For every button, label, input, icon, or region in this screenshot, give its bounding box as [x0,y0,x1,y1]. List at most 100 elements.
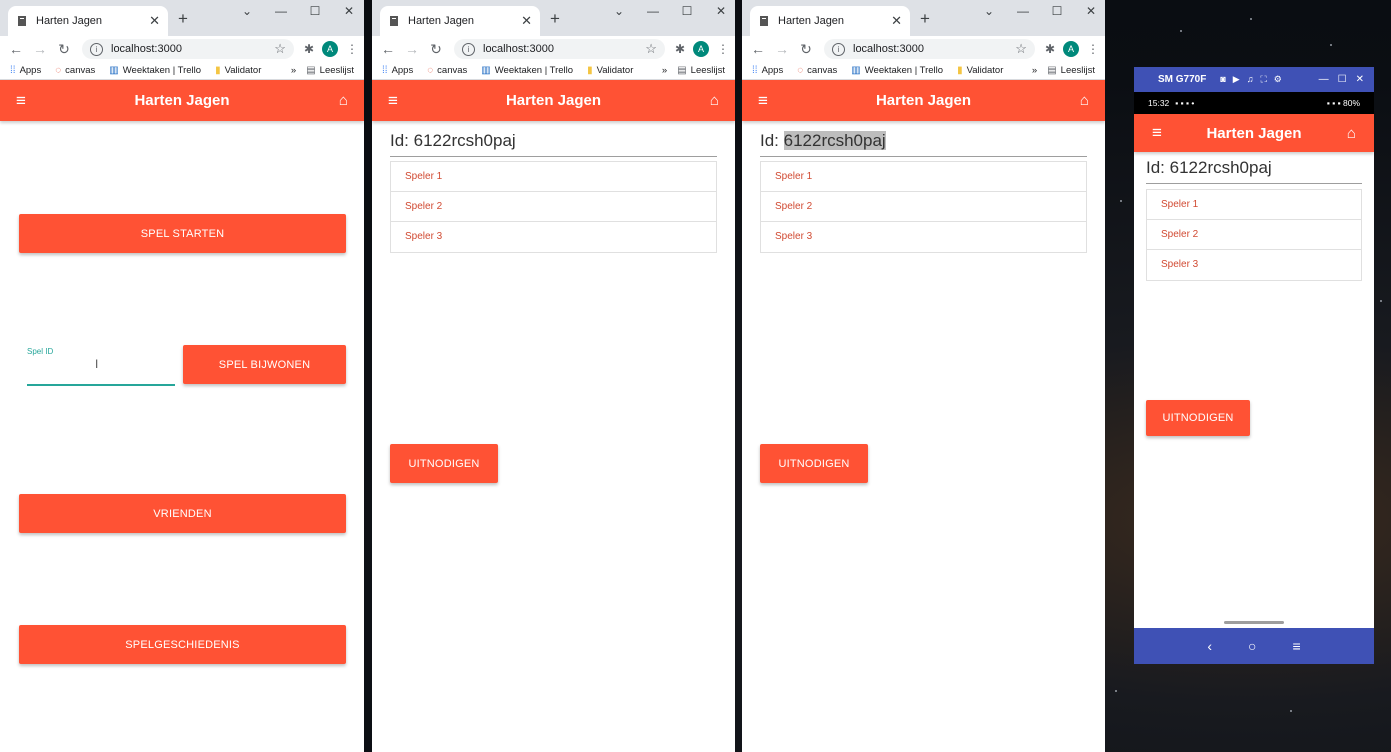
address-bar[interactable]: i localhost:3000 ☆ [824,39,1035,59]
tab-close-icon[interactable]: ✕ [149,13,160,29]
invite-button[interactable]: UITNODIGEN [1146,400,1250,436]
bookmark-star-icon[interactable]: ☆ [274,41,286,57]
browser-tab[interactable]: Harten Jagen ✕ [8,6,168,36]
profile-avatar[interactable]: A [322,41,338,57]
more-menu-icon[interactable]: ⋮ [717,42,729,56]
invite-button[interactable]: UITNODIGEN [390,444,498,483]
minimize-icon[interactable]: — [646,4,660,18]
player-item-2[interactable]: Speler 2 [1147,220,1361,250]
game-id-value-selected[interactable]: 6122rcsh0paj [783,131,886,150]
bookmark-star-icon[interactable]: ☆ [645,41,657,57]
reading-list[interactable]: ▤ Leeslijst [677,65,725,76]
extensions-icon[interactable]: ✱ [675,42,685,56]
maximize-icon[interactable]: ☐ [680,4,694,18]
video-icon[interactable]: ▶ [1233,74,1240,85]
profile-avatar[interactable]: A [693,41,709,57]
back-icon[interactable]: ← [6,41,26,57]
forward-icon[interactable]: → [30,41,50,57]
tab-close-icon[interactable]: ✕ [891,13,902,29]
bookmark-trello[interactable]: ▥ Weektaken | Trello [109,65,201,76]
player-item-1[interactable]: Speler 1 [1147,190,1361,220]
spel-id-input[interactable] [27,362,175,386]
settings-gear-icon[interactable]: ⚙ [1274,74,1282,85]
more-menu-icon[interactable]: ⋮ [346,42,358,56]
bookmark-apps[interactable]: ⁞⁞ Apps [10,65,41,76]
menu-icon[interactable]: ≡ [1152,123,1180,143]
site-info-icon[interactable]: i [462,42,475,56]
home-icon[interactable]: ⌂ [691,92,719,109]
reload-icon[interactable]: ↻ [796,41,816,58]
site-info-icon[interactable]: i [90,42,103,56]
back-icon[interactable]: ‹ [1207,638,1212,654]
bookmark-star-icon[interactable]: ☆ [1015,41,1027,57]
maximize-icon[interactable]: ☐ [1050,4,1064,18]
bookmark-canvas[interactable]: ◌ canvas [427,65,467,76]
bookmark-trello[interactable]: ▥ Weektaken | Trello [481,65,573,76]
back-icon[interactable]: ← [748,41,768,57]
player-item-2[interactable]: Speler 2 [761,192,1086,222]
bookmarks-overflow[interactable]: » [662,65,667,76]
join-game-button[interactable]: SPEL BIJWONEN [183,345,346,384]
address-bar[interactable]: i localhost:3000 ☆ [454,39,665,59]
extensions-icon[interactable]: ✱ [304,42,314,56]
maximize-icon[interactable]: ☐ [1338,74,1347,85]
close-icon[interactable]: ✕ [714,4,728,18]
bookmark-validator[interactable]: ▮ Validator [957,65,1003,76]
camera-icon[interactable]: ◙ [1220,74,1225,85]
tab-search-icon[interactable]: ⌄ [240,4,254,18]
bookmark-apps[interactable]: ⁞⁞ Apps [752,65,783,76]
more-menu-icon[interactable]: ⋮ [1087,42,1099,56]
tab-search-icon[interactable]: ⌄ [982,4,996,18]
reload-icon[interactable]: ↻ [54,41,74,58]
bookmarks-overflow[interactable]: » [1032,65,1037,76]
close-icon[interactable]: ✕ [342,4,356,18]
maximize-icon[interactable]: ☐ [308,4,322,18]
new-tab-button[interactable]: + [178,9,188,29]
new-tab-button[interactable]: + [920,9,930,29]
forward-icon[interactable]: → [402,41,422,57]
extensions-icon[interactable]: ✱ [1045,42,1055,56]
bookmarks-overflow[interactable]: » [291,65,296,76]
player-item-1[interactable]: Speler 1 [391,162,716,192]
audio-icon[interactable]: ♫ [1247,74,1254,85]
address-bar[interactable]: i localhost:3000 ☆ [82,39,294,59]
new-tab-button[interactable]: + [550,9,560,29]
minimize-icon[interactable]: — [1319,74,1329,85]
home-icon[interactable]: ⌂ [1061,92,1089,109]
game-history-button[interactable]: SPELGESCHIEDENIS [19,625,346,664]
player-item-3[interactable]: Speler 3 [391,222,716,252]
home-icon[interactable]: ⌂ [320,92,348,109]
profile-avatar[interactable]: A [1063,41,1079,57]
browser-tab[interactable]: Harten Jagen ✕ [750,6,910,36]
bookmark-canvas[interactable]: ◌ canvas [797,65,837,76]
invite-button[interactable]: UITNODIGEN [760,444,868,483]
reading-list[interactable]: ▤ Leeslijst [1047,65,1095,76]
friends-button[interactable]: VRIENDEN [19,494,346,533]
forward-icon[interactable]: → [772,41,792,57]
bookmark-trello[interactable]: ▥ Weektaken | Trello [851,65,943,76]
close-icon[interactable]: ✕ [1084,4,1098,18]
browser-tab[interactable]: Harten Jagen ✕ [380,6,540,36]
bookmark-validator[interactable]: ▮ Validator [215,65,261,76]
bookmark-validator[interactable]: ▮ Validator [587,65,633,76]
tab-search-icon[interactable]: ⌄ [612,4,626,18]
player-item-3[interactable]: Speler 3 [1147,250,1361,280]
reload-icon[interactable]: ↻ [426,41,446,58]
minimize-icon[interactable]: — [274,4,288,18]
back-icon[interactable]: ← [378,41,398,57]
home-icon[interactable]: ⌂ [1328,125,1356,142]
tab-close-icon[interactable]: ✕ [521,13,532,29]
bookmark-canvas[interactable]: ◌ canvas [55,65,95,76]
minimize-icon[interactable]: — [1016,4,1030,18]
reading-list[interactable]: ▤ Leeslijst [306,65,354,76]
player-item-3[interactable]: Speler 3 [761,222,1086,252]
close-icon[interactable]: ✕ [1356,74,1364,85]
recent-apps-icon[interactable]: ≡ [1292,638,1300,654]
menu-icon[interactable]: ≡ [758,91,786,111]
fullscreen-icon[interactable]: ⛶ [1260,74,1266,85]
start-game-button[interactable]: SPEL STARTEN [19,214,346,253]
player-item-1[interactable]: Speler 1 [761,162,1086,192]
site-info-icon[interactable]: i [832,42,845,56]
bookmark-apps[interactable]: ⁞⁞ Apps [382,65,413,76]
menu-icon[interactable]: ≡ [388,91,416,111]
